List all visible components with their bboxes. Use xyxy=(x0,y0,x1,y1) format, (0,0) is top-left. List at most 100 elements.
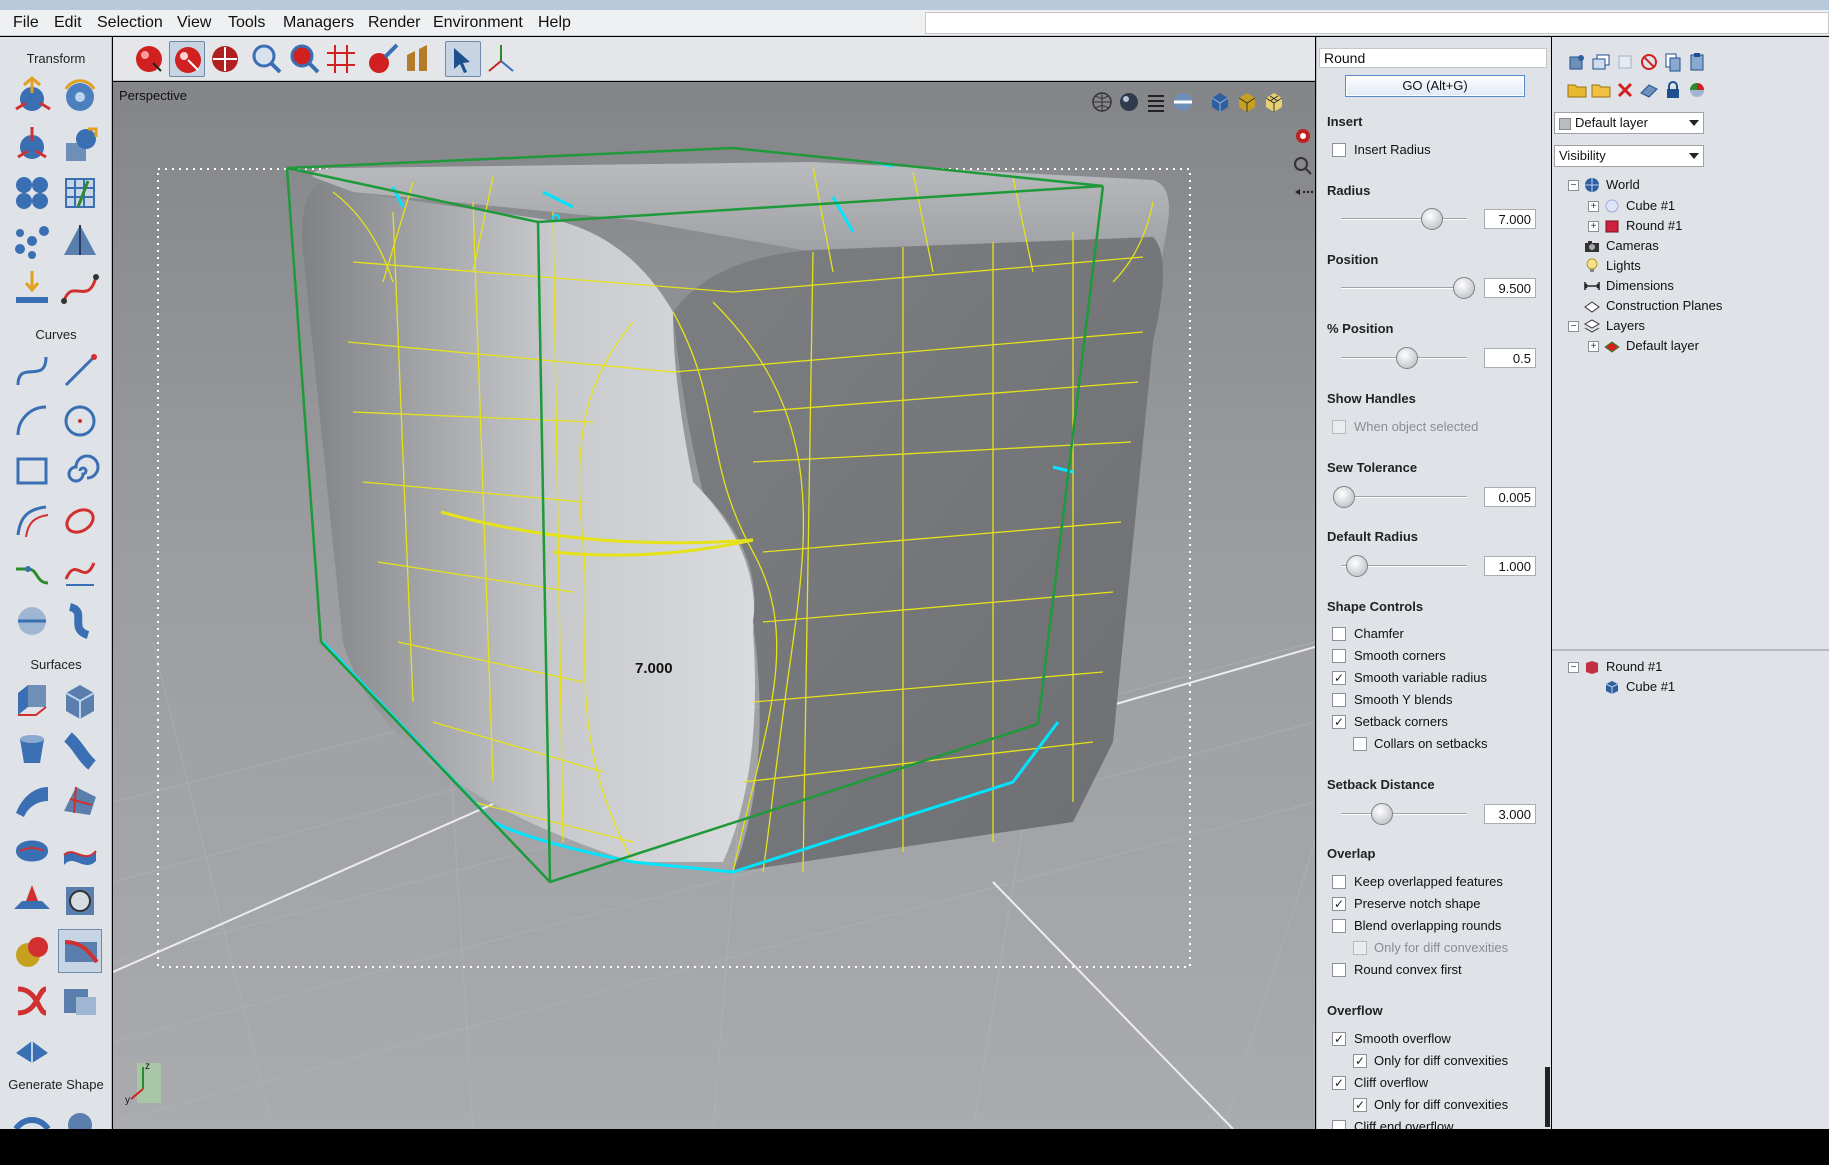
half-sphere-icon[interactable] xyxy=(1171,90,1195,114)
align-tool-icon[interactable] xyxy=(58,123,102,167)
insert-radius-checkbox[interactable] xyxy=(1332,143,1346,157)
overlap-only-diff-checkbox[interactable] xyxy=(1353,941,1367,955)
circle-tool-icon[interactable] xyxy=(58,399,102,443)
chamfer-checkbox[interactable] xyxy=(1332,627,1346,641)
tree-item-dimensions[interactable]: Dimensions xyxy=(1584,277,1674,297)
smooth-variable-radius-checkbox[interactable]: ✓ xyxy=(1332,671,1346,685)
patch-surface-icon[interactable] xyxy=(10,829,54,873)
cliff-overflow-checkbox[interactable]: ✓ xyxy=(1332,1076,1346,1090)
collapse-history-round-toggle[interactable]: − xyxy=(1568,662,1579,673)
pct-position-slider-thumb[interactable] xyxy=(1396,347,1418,369)
sweep-surface-icon[interactable] xyxy=(58,729,102,773)
measure-tool-icon[interactable] xyxy=(401,41,437,77)
trim-surface-icon[interactable] xyxy=(58,979,102,1023)
project-curve-icon[interactable] xyxy=(10,599,54,643)
default-radius-slider-thumb[interactable] xyxy=(1345,555,1368,577)
axes-triad-icon[interactable] xyxy=(483,41,519,77)
position-slider-thumb[interactable] xyxy=(1452,277,1475,299)
rotate-tool-icon[interactable] xyxy=(58,75,102,119)
when-selected-checkbox[interactable] xyxy=(1332,420,1346,434)
isocurve-icon[interactable] xyxy=(58,599,102,643)
setback-corners-checkbox[interactable]: ✓ xyxy=(1332,715,1346,729)
tree-item-default-layer[interactable]: Default layer xyxy=(1604,337,1699,357)
perspective-viewport[interactable]: Perspective 7.000 zy xyxy=(113,82,1315,1129)
duplicate-window-icon[interactable] xyxy=(1590,51,1612,73)
fillet-surface-icon[interactable] xyxy=(10,879,54,923)
smooth-overflow-only-diff-checkbox[interactable]: ✓ xyxy=(1353,1054,1367,1068)
select-object-icon[interactable] xyxy=(131,41,167,77)
keep-overlapped-checkbox[interactable] xyxy=(1332,875,1346,889)
extrude-surface-icon[interactable] xyxy=(10,679,54,723)
revolve-surface-icon[interactable] xyxy=(10,729,54,773)
sew-tolerance-value-field[interactable]: 0.005 xyxy=(1484,487,1536,507)
round-convex-first-checkbox[interactable] xyxy=(1332,963,1346,977)
move-tool-icon[interactable] xyxy=(10,75,54,119)
radius-slider-thumb[interactable] xyxy=(1421,208,1444,230)
new-object-icon[interactable] xyxy=(1566,51,1588,73)
select-points-icon[interactable] xyxy=(207,41,243,77)
twist-surface-icon[interactable] xyxy=(10,979,54,1023)
eraser-icon[interactable] xyxy=(1638,79,1660,101)
menu-help[interactable]: Help xyxy=(535,14,574,32)
tree-item-lights[interactable]: Lights xyxy=(1584,257,1641,277)
menu-managers[interactable]: Managers xyxy=(280,14,357,32)
history-item-round-1[interactable]: Round #1 xyxy=(1584,658,1662,678)
snap-grid-icon[interactable] xyxy=(323,41,359,77)
delete-icon[interactable] xyxy=(1614,79,1636,101)
setback-distance-slider-thumb[interactable] xyxy=(1370,803,1393,825)
tree-item-layers[interactable]: Layers xyxy=(1584,317,1645,337)
round-tool-active-icon[interactable] xyxy=(58,929,102,973)
drop-tool-icon[interactable] xyxy=(10,267,54,311)
cube-wire-icon[interactable] xyxy=(1262,90,1286,114)
net-surface-icon[interactable] xyxy=(58,779,102,823)
cliff-end-overflow-checkbox[interactable] xyxy=(1332,1120,1346,1129)
window-disabled-icon[interactable] xyxy=(1614,51,1636,73)
expand-cube-toggle[interactable]: + xyxy=(1588,201,1599,212)
unroll-surface-icon[interactable] xyxy=(10,1029,54,1073)
folder-icon[interactable] xyxy=(1590,79,1612,101)
paint-tool-icon[interactable] xyxy=(365,41,401,77)
smooth-corners-checkbox[interactable] xyxy=(1332,649,1346,663)
freeform-curve-icon[interactable] xyxy=(10,349,54,393)
paste-icon[interactable] xyxy=(1686,51,1708,73)
round-edges-icon[interactable] xyxy=(10,929,54,973)
deform-tool-icon[interactable] xyxy=(58,219,102,263)
open-folder-icon[interactable] xyxy=(1566,79,1588,101)
cube-shaded-icon[interactable] xyxy=(1235,90,1259,114)
menu-view[interactable]: View xyxy=(174,14,214,32)
copy-icon[interactable] xyxy=(1662,51,1684,73)
scale-tool-icon[interactable] xyxy=(10,123,54,167)
visibility-dropdown[interactable]: Visibility xyxy=(1554,145,1704,167)
expand-round-toggle[interactable]: + xyxy=(1588,221,1599,232)
loft-surface-icon[interactable] xyxy=(10,779,54,823)
setback-distance-value-field[interactable]: 3.000 xyxy=(1484,804,1536,824)
smooth-overflow-checkbox[interactable]: ✓ xyxy=(1332,1032,1346,1046)
rectangle-tool-icon[interactable] xyxy=(10,449,54,493)
default-radius-value-field[interactable]: 1.000 xyxy=(1484,556,1536,576)
position-value-field[interactable]: 9.500 xyxy=(1484,278,1536,298)
blend-surface-icon[interactable] xyxy=(58,829,102,873)
menu-render[interactable]: Render xyxy=(365,14,423,32)
sew-tolerance-slider-thumb[interactable] xyxy=(1333,486,1355,508)
cliff-overflow-only-diff-checkbox[interactable]: ✓ xyxy=(1353,1098,1367,1112)
zoom-icon[interactable] xyxy=(1291,154,1315,178)
arc-tool-icon[interactable] xyxy=(10,399,54,443)
collapse-layers-toggle[interactable]: − xyxy=(1568,321,1579,332)
model-scene[interactable] xyxy=(113,82,1315,1129)
sew-tolerance-slider[interactable] xyxy=(1341,496,1467,498)
expand-default-layer-toggle[interactable]: + xyxy=(1588,341,1599,352)
globe-icon[interactable] xyxy=(1090,90,1114,114)
zoom-extents-icon[interactable] xyxy=(249,41,285,77)
cube-blue-icon[interactable] xyxy=(1208,90,1232,114)
select-subobject-icon[interactable] xyxy=(169,41,205,77)
sphere-shaded-icon[interactable] xyxy=(1117,90,1141,114)
spiral-tool-icon[interactable] xyxy=(58,449,102,493)
menu-tools[interactable]: Tools xyxy=(225,14,268,32)
command-search-field[interactable] xyxy=(925,12,1829,34)
offset-curve-icon[interactable] xyxy=(10,499,54,543)
record-icon[interactable] xyxy=(1291,124,1315,148)
tree-item-cameras[interactable]: Cameras xyxy=(1584,237,1659,257)
menu-selection[interactable]: Selection xyxy=(94,14,166,32)
list-icon[interactable] xyxy=(1144,90,1168,114)
radius-value-field[interactable]: 7.000 xyxy=(1484,209,1536,229)
